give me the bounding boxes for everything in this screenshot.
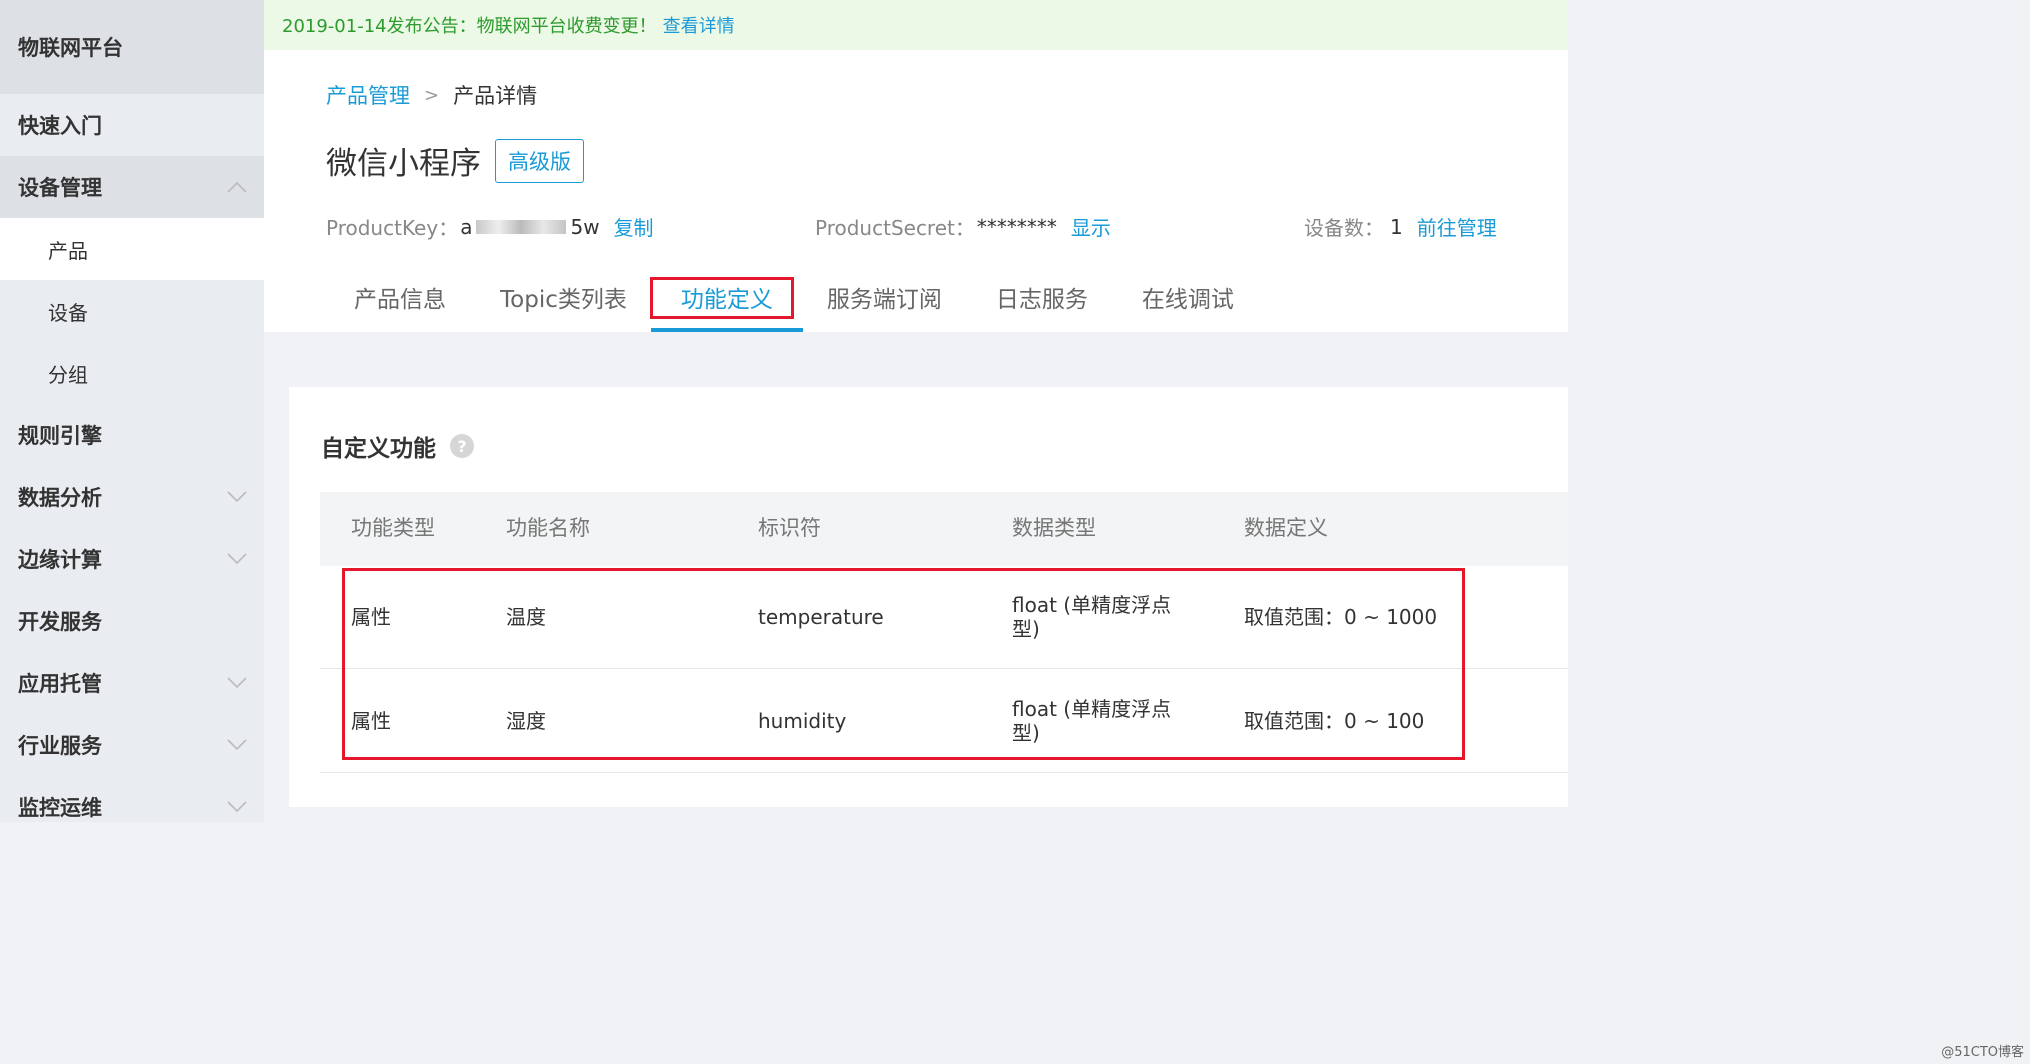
breadcrumb-current: 产品详情	[453, 84, 538, 108]
title-row: 微信小程序 高级版	[326, 138, 584, 183]
nav-label: 开发服务	[18, 610, 102, 634]
col-data-definition: 数据定义	[1244, 516, 1328, 541]
chevron-down-icon	[226, 672, 248, 694]
tab-label: 日志服务	[995, 287, 1088, 313]
help-icon[interactable]: ?	[450, 434, 474, 458]
edition-badge: 高级版	[495, 138, 584, 183]
nav-label: 快速入门	[18, 114, 102, 138]
chevron-down-icon	[226, 486, 248, 508]
col-identifier: 标识符	[758, 516, 821, 541]
nav-data-analysis[interactable]: 数据分析	[0, 466, 264, 528]
sidebar: 物联网平台 快速入门 设备管理 产品 设备 分组 规则引擎 数据分析 边缘计算 …	[0, 0, 264, 822]
nav-dev-services[interactable]: 开发服务	[0, 590, 264, 652]
tab-label: 产品信息	[354, 287, 446, 313]
nav-device[interactable]: 设备	[0, 280, 264, 342]
col-function-name: 功能名称	[506, 516, 590, 541]
copy-button[interactable]: 复制	[614, 212, 654, 241]
product-header: 产品管理 > 产品详情 微信小程序 高级版 ProductKey： a 5w 复…	[264, 50, 1568, 332]
tab-bar: 产品信息 Topic类列表 功能定义 服务端订阅 日志服务 在线调试	[354, 272, 1288, 332]
chevron-down-icon	[226, 734, 248, 756]
tab-label: 服务端订阅	[826, 287, 942, 313]
product-key-suffix: 5w	[570, 214, 600, 239]
nav-device-management[interactable]: 设备管理	[0, 156, 264, 218]
show-secret-button[interactable]: 显示	[1071, 212, 1111, 241]
highlight-box	[649, 277, 794, 319]
tab-function-definition[interactable]: 功能定义	[649, 272, 803, 332]
nav-quick-start[interactable]: 快速入门	[0, 94, 264, 156]
product-key-label: ProductKey：	[326, 216, 459, 240]
product-key-prefix: a	[460, 214, 473, 239]
tab-online-debug[interactable]: 在线调试	[1142, 272, 1234, 332]
sidebar-title: 物联网平台	[0, 0, 264, 94]
table-header: 功能类型 功能名称 标识符 数据类型 数据定义	[320, 492, 1568, 566]
tab-product-info[interactable]: 产品信息	[354, 272, 446, 332]
col-function-type: 功能类型	[351, 516, 435, 541]
panel-title: 自定义功能 ?	[321, 429, 474, 463]
announcement-bar: 2019-01-14发布公告：物联网平台收费变更！ 查看详情	[264, 0, 1568, 50]
announcement-details-link[interactable]: 查看详情	[663, 12, 735, 38]
page-title: 微信小程序	[326, 146, 481, 182]
tab-label: 在线调试	[1141, 287, 1234, 313]
tab-server-subscription[interactable]: 服务端订阅	[827, 272, 942, 332]
device-count-row: 设备数： 1 前往管理	[1304, 212, 1497, 241]
nav-edge-computing[interactable]: 边缘计算	[0, 528, 264, 590]
nav-label: 数据分析	[18, 486, 102, 510]
nav-label: 应用托管	[18, 672, 102, 696]
chevron-right-icon: >	[424, 84, 440, 106]
product-secret-value: ********	[976, 214, 1057, 239]
product-key-masked	[476, 219, 567, 234]
nav-label: 设备管理	[18, 176, 102, 200]
tab-log-service[interactable]: 日志服务	[996, 272, 1088, 332]
breadcrumb: 产品管理 > 产品详情	[326, 80, 537, 110]
nav-label: 规则引擎	[18, 424, 102, 448]
chevron-down-icon	[226, 548, 248, 570]
nav-label: 监控运维	[18, 796, 102, 820]
announcement-text: 2019-01-14发布公告：物联网平台收费变更！	[282, 16, 657, 37]
nav-rule-engine[interactable]: 规则引擎	[0, 404, 264, 466]
manage-devices-link[interactable]: 前往管理	[1417, 212, 1497, 241]
nav-app-hosting[interactable]: 应用托管	[0, 652, 264, 714]
col-data-type: 数据类型	[1012, 516, 1096, 541]
tab-label: Topic类列表	[500, 287, 627, 313]
nav-label: 边缘计算	[18, 548, 102, 572]
nav-label: 行业服务	[18, 734, 102, 758]
active-tab-underline	[650, 328, 803, 332]
device-count-value: 1	[1390, 214, 1403, 239]
nav-group[interactable]: 分组	[0, 342, 264, 404]
nav-industry-services[interactable]: 行业服务	[0, 714, 264, 776]
panel-title-text: 自定义功能	[321, 436, 436, 462]
product-key-row: ProductKey： a 5w 复制	[326, 212, 654, 241]
nav-monitoring[interactable]: 监控运维	[0, 776, 264, 838]
watermark: @51CTO博客	[1941, 1045, 2024, 1060]
product-secret-row: ProductSecret： ******** 显示	[815, 212, 1111, 241]
chevron-down-icon	[226, 796, 248, 818]
device-count-label: 设备数：	[1304, 216, 1384, 240]
product-secret-label: ProductSecret：	[815, 216, 975, 240]
tab-topic-list[interactable]: Topic类列表	[500, 272, 627, 332]
rows-highlight-box	[342, 568, 1465, 760]
chevron-up-icon	[226, 176, 248, 198]
nav-product[interactable]: 产品	[0, 218, 264, 280]
breadcrumb-product-management[interactable]: 产品管理	[326, 80, 410, 110]
